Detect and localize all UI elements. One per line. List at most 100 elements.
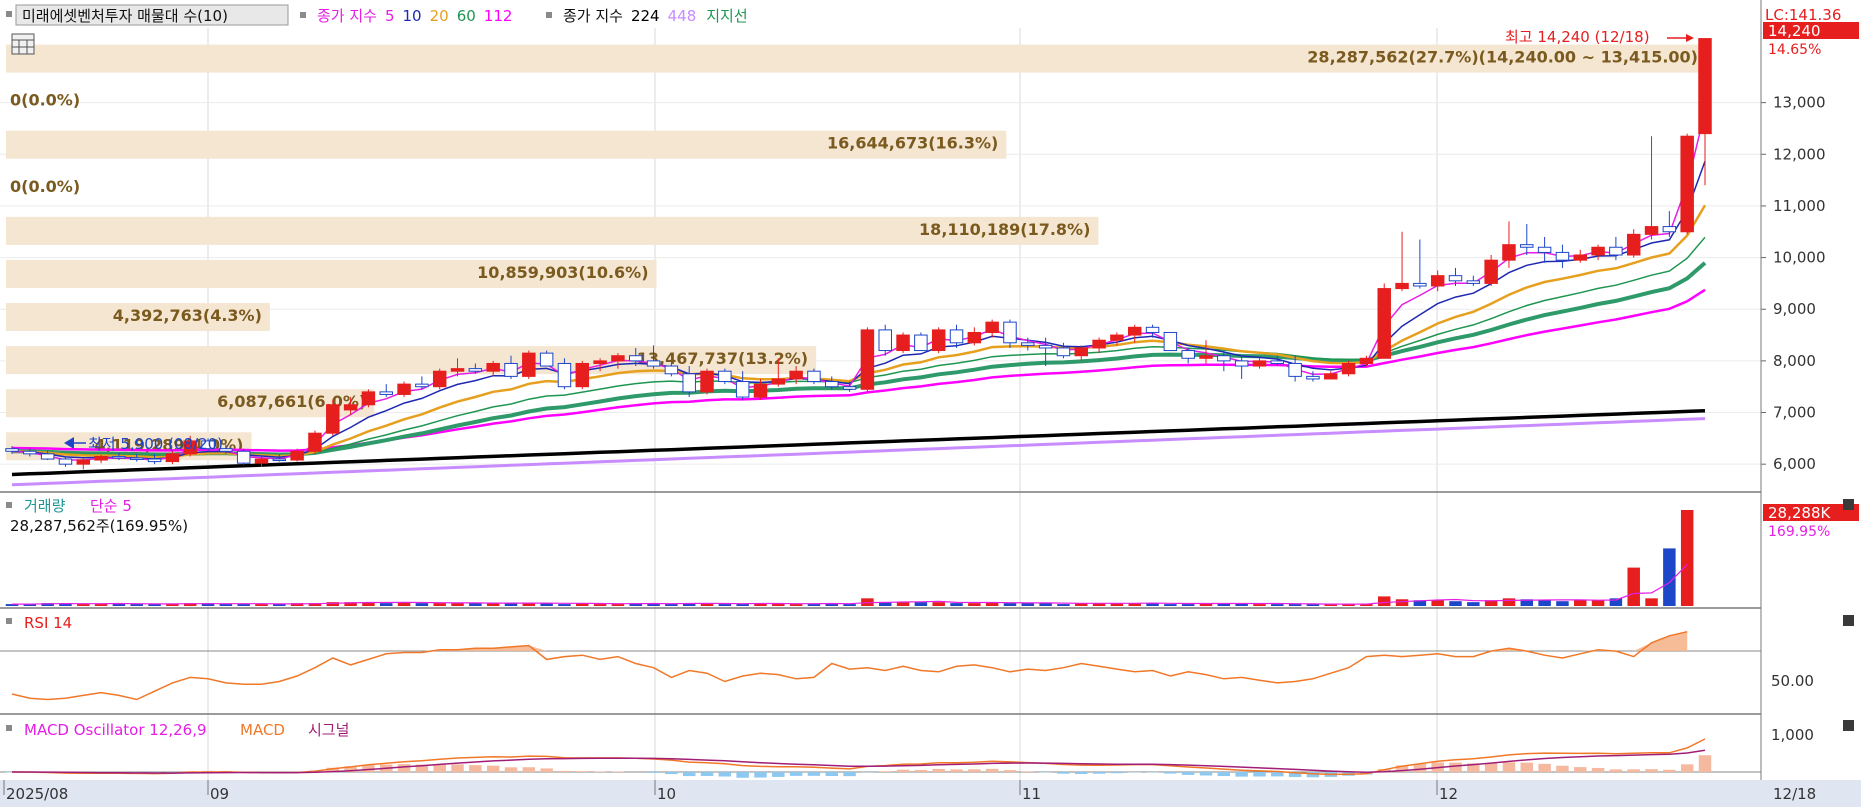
volume-bar (1556, 601, 1568, 606)
macd-oscillator-bar (1610, 769, 1622, 772)
candle-body (6, 449, 18, 452)
volume-profile-label: 10,859,903(10.6%) (477, 263, 648, 282)
rsi-title: RSI 14 (24, 614, 72, 632)
candle-body (1325, 374, 1337, 379)
legend-handle-icon[interactable] (6, 11, 12, 17)
macd-oscillator-bar (843, 772, 855, 776)
volume-bar (719, 604, 731, 606)
macd-oscillator-bar (736, 772, 748, 778)
candle-body (1271, 361, 1283, 364)
macd-oscillator-bar (1235, 772, 1247, 777)
macd-oscillator-bar (1699, 755, 1711, 772)
candle-body (683, 374, 695, 392)
macd-level-label: 1,000 (1771, 726, 1814, 744)
y-axis-area (1761, 0, 1861, 780)
legend-ma2-item: 224 (631, 7, 660, 25)
volume-bar (1627, 568, 1639, 606)
candle-body (398, 384, 410, 394)
legend-ma-prefix: 종가 지수 (317, 7, 377, 25)
candle-body (344, 405, 356, 410)
volume-bar (790, 604, 802, 606)
volume-handle-icon[interactable] (6, 502, 12, 508)
change-pct: 14.65% (1768, 42, 1821, 58)
candle-body (1449, 276, 1461, 281)
legend-ma2-handle-icon[interactable] (546, 12, 552, 18)
macd-close-icon[interactable] (1843, 720, 1854, 731)
rsi-handle-icon[interactable] (6, 618, 12, 624)
volume-bar (237, 604, 249, 606)
volume-bar (1538, 600, 1550, 606)
candle-body (1592, 247, 1604, 255)
macd-oscillator-bar (665, 772, 677, 774)
candle-body (255, 459, 267, 463)
candle-body (1182, 351, 1194, 359)
volume-badge-pct: 169.95% (1768, 524, 1830, 540)
candle-body (1075, 348, 1087, 356)
candle-body (647, 361, 659, 366)
volume-bar (1289, 604, 1301, 606)
volume-bar (451, 603, 463, 606)
chart-canvas[interactable]: 28,287,562(27.7%)(14,240.00 ~ 13,415.00)… (0, 0, 1861, 807)
legend-ma-handle-icon[interactable] (300, 12, 306, 18)
volume-profile-label: 0(0.0%) (10, 91, 80, 110)
candle-body (897, 335, 909, 350)
candle-body (932, 330, 944, 351)
volume-bar (915, 602, 927, 606)
macd-oscillator-bar (986, 769, 998, 772)
macd-oscillator-bar (1645, 769, 1657, 772)
legend-ma-item: 60 (457, 7, 476, 25)
legend-ma-item: 20 (430, 7, 449, 25)
macd-oscillator-bar (1164, 772, 1176, 774)
volume-bar (220, 604, 232, 606)
macd-oscillator-bar (469, 765, 481, 772)
candle-body (736, 382, 748, 397)
macd-oscillator-bar (1592, 768, 1604, 772)
macd-oscillator-bar (1627, 769, 1639, 772)
volume-bar (843, 604, 855, 606)
macd-oscillator-bar (719, 772, 731, 776)
volume-close-icon[interactable] (1843, 499, 1854, 510)
macd-oscillator-bar (1253, 772, 1265, 776)
macd-oscillator-bar (1218, 772, 1230, 776)
calendar-icon[interactable] (12, 34, 34, 54)
macd-oscillator-bar (950, 769, 962, 772)
candle-body (843, 387, 855, 390)
volume-bar (1467, 602, 1479, 606)
candle-body (24, 451, 36, 454)
volume-title: 거래량 (24, 497, 66, 515)
candle-body (1218, 356, 1230, 361)
candle-body (879, 330, 891, 351)
macd-oscillator-bar (808, 772, 820, 776)
candle-body (1146, 327, 1158, 332)
candle-body (59, 459, 71, 464)
candle-body (309, 433, 321, 451)
legend-support-label: 지지선 (706, 7, 747, 25)
candle-body (861, 330, 873, 389)
x-axis-label: 09 (210, 785, 229, 803)
candle-body (95, 456, 107, 460)
macd-handle-icon[interactable] (6, 725, 12, 731)
candle-body (1253, 361, 1265, 366)
candle-body (1610, 247, 1622, 255)
macd-oscillator-bar (1663, 770, 1675, 772)
rsi-close-icon[interactable] (1843, 615, 1854, 626)
candle-body (808, 371, 820, 381)
candle-body (1235, 361, 1247, 366)
volume-profile-label: 18,110,189(17.8%) (919, 220, 1090, 239)
candle-body (1128, 327, 1140, 335)
candle-body (576, 363, 588, 386)
candle-body (327, 405, 339, 433)
macd-oscillator-bar (1556, 766, 1568, 772)
volume-bar (1681, 510, 1693, 606)
volume-bar (131, 604, 143, 606)
candle-body (1342, 363, 1354, 373)
volume-bar (736, 604, 748, 606)
candle-body (629, 356, 641, 361)
macd-oscillator-bar (540, 768, 552, 772)
candle-body (986, 322, 998, 332)
volume-bar (1164, 604, 1176, 606)
macd-oscillator-bar (1449, 763, 1461, 772)
volume-bar (808, 604, 820, 606)
candle-body (1467, 281, 1479, 284)
candle-body (77, 460, 89, 464)
